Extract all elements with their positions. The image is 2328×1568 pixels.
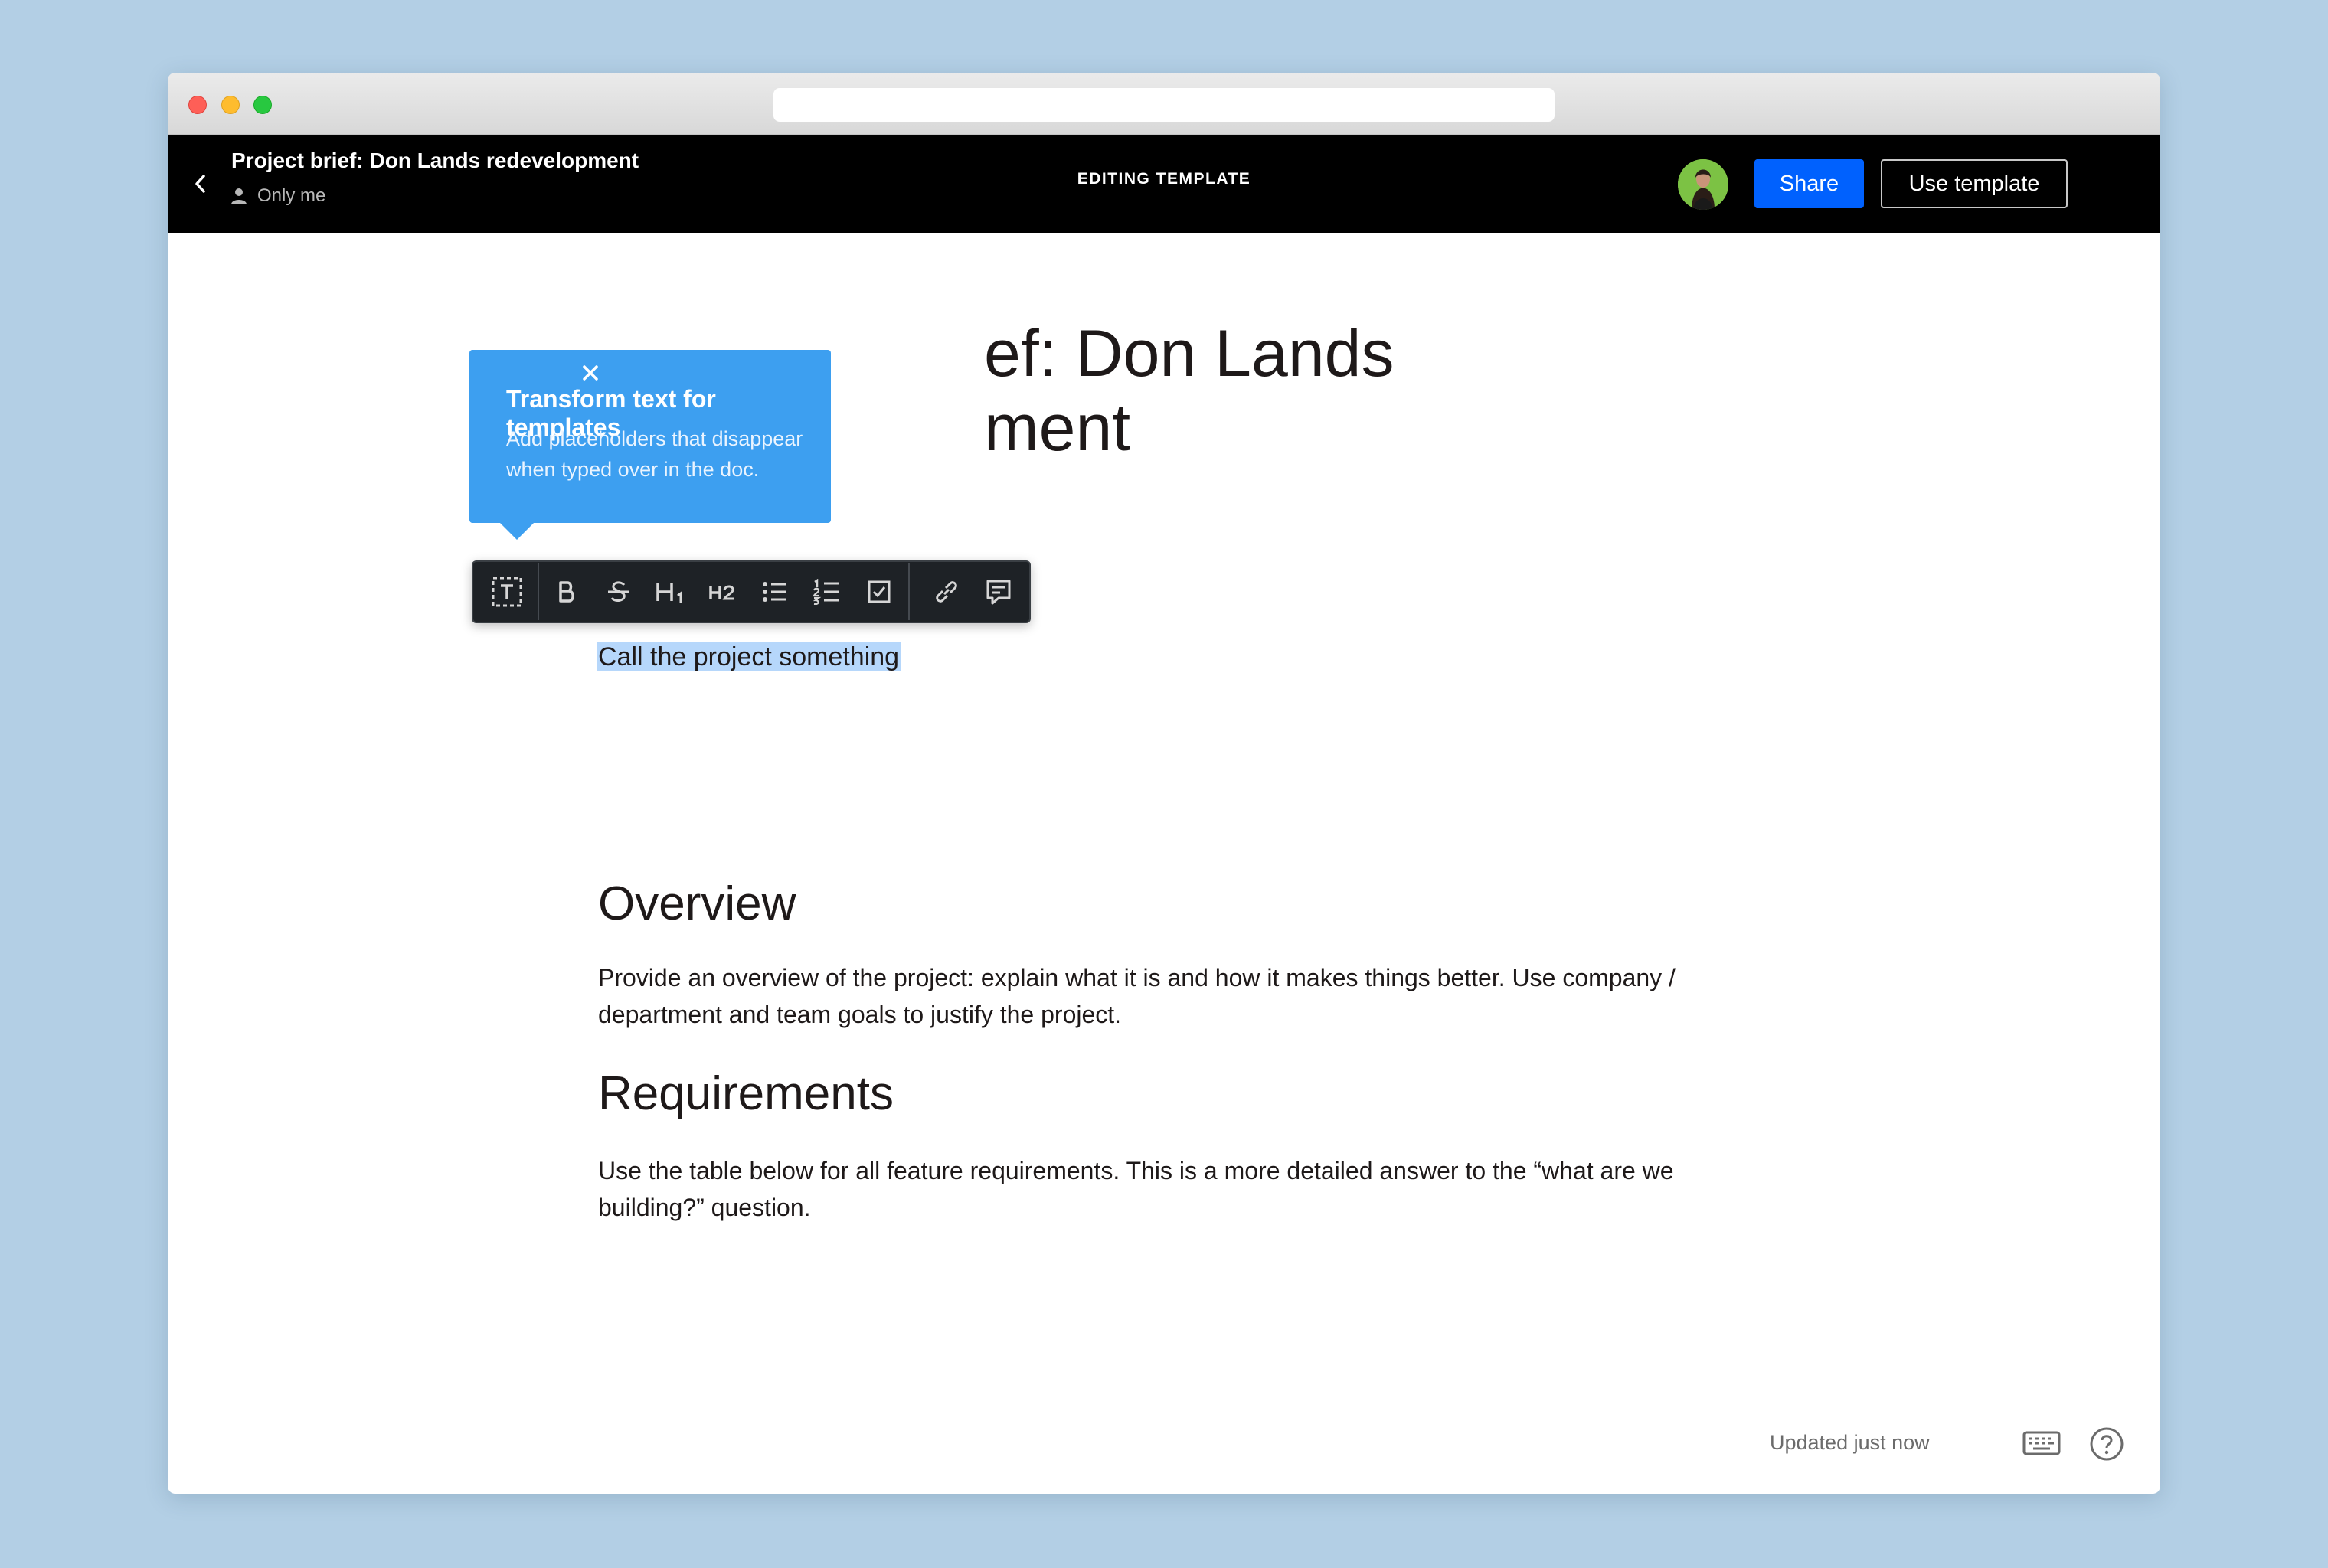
bold-icon	[559, 581, 574, 603]
comment-button[interactable]	[979, 572, 1019, 612]
heading-2-button[interactable]	[703, 572, 743, 612]
heading-1-button[interactable]	[651, 572, 691, 612]
keyboard-shortcuts-button[interactable]	[2022, 1429, 2061, 1457]
use-template-button[interactable]: Use template	[1881, 159, 2068, 208]
zoom-window-button[interactable]	[253, 96, 272, 114]
toolbar-divider	[908, 564, 910, 620]
overview-heading[interactable]: Overview	[598, 877, 796, 931]
keyboard-icon	[2022, 1431, 2061, 1455]
bold-button[interactable]	[547, 572, 587, 612]
help-icon	[2090, 1427, 2124, 1461]
numbered-list-button[interactable]	[807, 572, 847, 612]
link-icon	[936, 581, 957, 603]
sharing-status[interactable]: Only me	[231, 185, 325, 207]
address-bar[interactable]	[773, 88, 1555, 122]
browser-titlebar	[168, 73, 2160, 135]
close-window-button[interactable]	[188, 96, 207, 114]
save-status: Updated just now	[1770, 1431, 1930, 1454]
overview-body[interactable]: Provide an overview of the project: expl…	[598, 959, 1739, 1033]
browser-window: Project brief: Don Lands redevelopment O…	[168, 73, 2160, 1494]
heading-1-icon	[656, 583, 682, 603]
placeholder-text[interactable]: Call the project something	[597, 642, 901, 672]
placeholder-text-icon	[492, 577, 522, 607]
bulleted-list-icon	[763, 582, 786, 602]
help-button[interactable]	[2089, 1426, 2124, 1462]
person-icon	[231, 188, 247, 204]
requirements-heading[interactable]: Requirements	[598, 1067, 894, 1121]
toolbar-divider	[538, 564, 539, 620]
bulleted-list-button[interactable]	[755, 572, 795, 612]
sharing-label: Only me	[257, 185, 326, 206]
avatar[interactable]	[1678, 159, 1728, 210]
strikethrough-icon	[608, 581, 629, 602]
minimize-window-button[interactable]	[221, 96, 240, 114]
checklist-button[interactable]	[859, 572, 899, 612]
template-tip-popover: Transform text for templates Add placeho…	[469, 350, 831, 540]
share-button[interactable]: Share	[1754, 159, 1864, 208]
close-icon	[583, 365, 598, 381]
link-button[interactable]	[927, 572, 966, 612]
strikethrough-button[interactable]	[599, 572, 639, 612]
tooltip-close-button[interactable]	[575, 358, 606, 388]
user-avatar-image	[1678, 159, 1728, 210]
checkbox-icon	[868, 580, 891, 603]
numbered-list-icon	[813, 579, 839, 605]
heading-2-icon	[709, 585, 734, 600]
selected-placeholder: Call the project something	[597, 642, 901, 671]
tooltip-body: Add placeholders that disappear when typ…	[506, 427, 803, 481]
format-toolbar	[472, 560, 1031, 623]
comment-icon	[986, 580, 1011, 605]
placeholder-text-button[interactable]	[487, 572, 527, 612]
requirements-body[interactable]: Use the table below for all feature requ…	[598, 1152, 1739, 1226]
